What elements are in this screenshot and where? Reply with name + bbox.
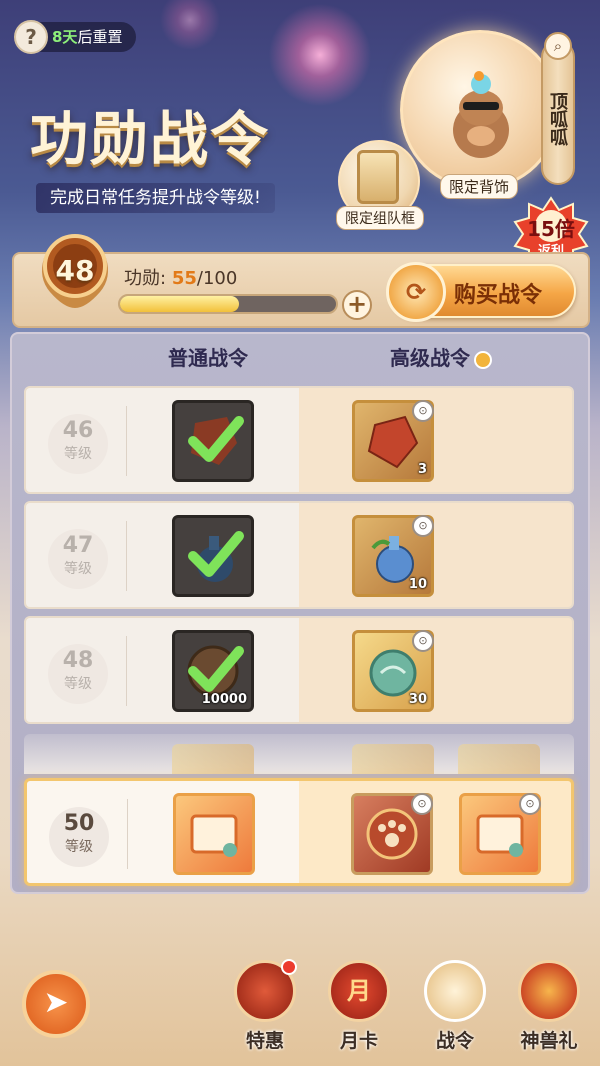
reward-row-level-46: 46 等级 3 ⊙ xyxy=(24,386,574,494)
normal-pass-header: 普通战令 xyxy=(168,346,248,370)
normal-item-count: 10000 xyxy=(201,692,247,707)
scroll-icon xyxy=(190,814,238,857)
row-level-number: 47 xyxy=(62,533,94,558)
firework-decoration xyxy=(255,0,385,110)
nav-yueka[interactable]: 月 月卡 xyxy=(322,960,396,1056)
nav-shenshouli-label: 神兽礼 xyxy=(520,1030,578,1052)
lock-icon: ⊙ xyxy=(412,400,434,422)
normal-reward-slot xyxy=(172,744,254,774)
nav-tehui-label: 特惠 xyxy=(245,1030,284,1052)
merit-progress-fill xyxy=(120,296,239,312)
premium-pass-label: 高级战令 xyxy=(390,346,470,370)
lock-icon: ⊙ xyxy=(411,793,433,815)
merit-label: 功勋: xyxy=(124,268,167,289)
nav-zhanling[interactable]: 战令 xyxy=(418,960,492,1056)
battle-pass-icon xyxy=(424,960,486,1022)
firework-decoration xyxy=(150,0,230,50)
merit-text: 功勋: 55/100 xyxy=(124,264,237,290)
normal-reward-slot[interactable] xyxy=(172,515,254,597)
premium-pass-header: 高级战令 xyxy=(390,342,492,371)
row-level-text: 等级 xyxy=(64,446,92,462)
page-title: 功勋战令 xyxy=(30,105,271,173)
nav-tehui[interactable]: 特惠 xyxy=(228,959,302,1056)
question-icon[interactable]: ? xyxy=(14,20,48,54)
bonus-multiplier: 15倍 xyxy=(527,217,575,241)
merit-total: /100 xyxy=(196,268,238,289)
premium-item-count: 30 xyxy=(408,692,427,707)
reset-days: 8天 xyxy=(52,28,78,46)
row-level-badge: 50 等级 xyxy=(49,807,109,867)
normal-reward-slot[interactable]: 10000 xyxy=(172,630,254,712)
lock-icon xyxy=(474,350,492,369)
gift-chest-icon xyxy=(234,959,297,1022)
buy-pass-label: 购买战令 xyxy=(454,283,543,308)
row-level-text: 等级 xyxy=(64,676,92,692)
capybara-character-icon xyxy=(453,71,509,158)
row-level-text: 等级 xyxy=(64,561,92,577)
buy-pass-button[interactable]: ⟳ 购买战令 xyxy=(386,262,576,322)
current-level: 48 xyxy=(38,232,112,314)
page-subtitle: 完成日常任务提升战令等级! xyxy=(36,183,275,213)
normal-reward-slot[interactable] xyxy=(173,793,255,875)
frame-reward-label: 限定组队框 xyxy=(336,206,424,230)
character-name: 顶呱呱 xyxy=(547,92,568,146)
row-divider xyxy=(126,636,127,706)
merit-current: 55 xyxy=(171,268,197,289)
nav-yueka-label: 月卡 xyxy=(339,1030,378,1052)
row-divider xyxy=(126,521,127,591)
backpiece-reward-label: 限定背饰 xyxy=(440,174,519,199)
month-card-icon: 月 xyxy=(328,960,390,1022)
back-arrow-icon[interactable]: ➤ xyxy=(22,970,90,1038)
lock-icon: ⊙ xyxy=(412,515,434,537)
notification-dot xyxy=(281,959,297,975)
row-level-badge: 47 等级 xyxy=(48,529,108,589)
claimed-check-icon xyxy=(188,416,244,462)
reward-row-level-48: 48 等级 10000 30 ⊙ xyxy=(24,616,574,724)
beast-gift-icon xyxy=(518,960,580,1022)
claimed-check-icon xyxy=(188,531,244,577)
row-level-text: 等级 xyxy=(65,839,93,855)
row-level-number: 46 xyxy=(62,418,94,443)
row-level-badge: 46 等级 xyxy=(48,414,108,474)
row-level-number: 50 xyxy=(63,811,95,836)
current-level-number: 48 xyxy=(55,254,95,287)
premium-item-count: 10 xyxy=(408,577,427,592)
add-merit-button[interactable]: + xyxy=(342,290,372,320)
nav-shenshouli[interactable]: 神兽礼 xyxy=(512,960,586,1056)
reset-suffix: 后重置 xyxy=(77,28,123,46)
row-level-badge: 48 等级 xyxy=(48,644,108,704)
premium-item-count: 3 xyxy=(417,462,427,477)
reward-row-level-47: 47 等级 10 ⊙ xyxy=(24,501,574,609)
reward-row-level-50: 50 等级 ⊙ ⊙ xyxy=(24,778,574,886)
refresh-arrows-icon: ⟳ xyxy=(386,262,446,322)
row-divider xyxy=(126,406,127,476)
premium-reward-slot xyxy=(352,744,434,774)
lock-icon: ⊙ xyxy=(412,630,434,652)
magnify-icon[interactable]: ⌕ xyxy=(544,32,572,60)
nav-zhanling-label: 战令 xyxy=(435,1030,474,1052)
row-divider xyxy=(127,799,128,869)
premium-reward-slot xyxy=(458,744,540,774)
character-name-scroll[interactable]: 顶呱呱 xyxy=(541,40,575,185)
normal-reward-slot[interactable] xyxy=(172,400,254,482)
row-level-number: 48 xyxy=(62,648,94,673)
reward-row-partial xyxy=(24,734,574,774)
team-frame-icon xyxy=(357,150,399,204)
merit-progress-bar xyxy=(118,294,338,314)
lock-icon: ⊙ xyxy=(519,793,541,815)
